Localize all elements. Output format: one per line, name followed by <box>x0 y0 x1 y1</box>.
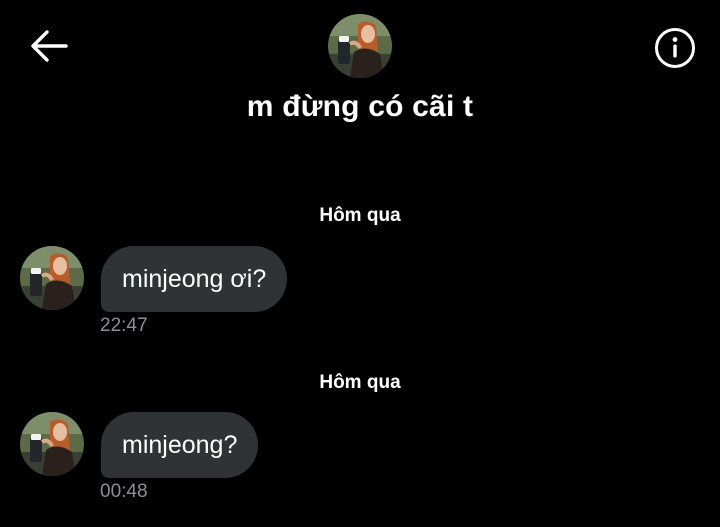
sender-avatar[interactable] <box>20 246 84 310</box>
sender-avatar[interactable] <box>20 412 84 476</box>
message-timestamp: 00:48 <box>100 481 148 502</box>
conversation-info-button[interactable] <box>654 27 696 69</box>
arrow-left-icon <box>31 30 68 62</box>
info-circle-icon <box>655 28 695 68</box>
avatar-image <box>20 246 84 310</box>
back-button[interactable] <box>28 28 68 64</box>
message-timestamp: 22:47 <box>100 315 148 336</box>
date-separator: Hôm qua <box>319 372 401 393</box>
avatar-image <box>328 14 392 78</box>
message-bubble[interactable]: minjeong ơi? <box>101 246 288 312</box>
message-bubble[interactable]: minjeong? <box>101 412 259 478</box>
conversation-avatar[interactable] <box>328 14 392 78</box>
conversation-title: m đừng có cãi t <box>246 90 474 123</box>
avatar-image <box>20 412 84 476</box>
date-separator: Hôm qua <box>319 205 401 226</box>
